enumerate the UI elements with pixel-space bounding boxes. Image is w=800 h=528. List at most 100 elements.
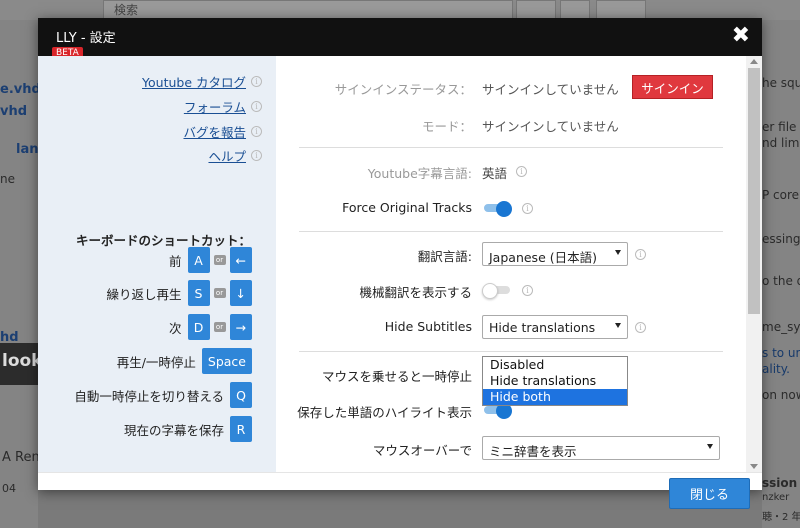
background-text: nd limi bbox=[762, 136, 800, 150]
info-icon: i bbox=[522, 203, 533, 214]
chevron-down-icon bbox=[615, 250, 621, 255]
info-icon: i bbox=[522, 285, 533, 296]
background-text: A Ren bbox=[2, 450, 38, 465]
settings-scrollbar[interactable] bbox=[746, 56, 762, 472]
shortcut-label: 自動一時停止を切り替える bbox=[74, 388, 224, 404]
modal-title: LLY - 設定 bbox=[56, 31, 116, 46]
sidebar-link-forum[interactable]: フォーラム bbox=[184, 97, 246, 116]
translation-lang-select[interactable]: Japanese (日本語) bbox=[482, 242, 628, 266]
sidebar-link-catalog[interactable]: Youtube カタログ bbox=[142, 72, 246, 91]
or-badge: or bbox=[213, 322, 226, 332]
background-text: vhd bbox=[0, 104, 28, 119]
mode-row: モード： サインインしていません bbox=[276, 112, 726, 136]
background-text: essing bbox=[762, 232, 800, 246]
dropdown-option-disabled[interactable]: Disabled bbox=[483, 357, 627, 373]
background-text: nzker bbox=[762, 492, 790, 503]
hide-subtitles-dropdown: Disabled Hide translations Hide both bbox=[482, 356, 628, 406]
hide-subtitles-label: Hide Subtitles bbox=[384, 319, 472, 334]
translation-lang-label: 翻訳言語: bbox=[417, 249, 472, 264]
info-icon: i bbox=[251, 149, 262, 161]
modal-footer bbox=[38, 472, 762, 490]
mouseover-select[interactable]: ミニ辞書を表示 bbox=[482, 436, 720, 460]
background-search-input: 検索 bbox=[103, 0, 513, 20]
force-original-label: Force Original Tracks bbox=[342, 200, 472, 215]
subtitle-lang-value: 英語 bbox=[482, 166, 508, 181]
background-left-strip: e.vhd vhd lan ne hd A Ren 04 bbox=[0, 20, 38, 528]
shortcut-label: 次 bbox=[169, 320, 182, 336]
mode-value: サインインしていません bbox=[482, 119, 619, 134]
divider bbox=[299, 231, 723, 232]
sidebar-link-forum-row: フォーラム i bbox=[184, 97, 262, 115]
divider bbox=[299, 351, 723, 352]
signin-status-row: サインインステータス： サインインしていません サインイン bbox=[276, 75, 726, 99]
force-original-row: Force Original Tracks i bbox=[276, 196, 726, 220]
arrow-down-key: ↓ bbox=[229, 280, 252, 306]
hide-subtitles-row: Hide Subtitles Hide translations i bbox=[276, 315, 726, 339]
divider bbox=[299, 147, 723, 148]
sidebar-link-bug-report-row: バグを報告 i bbox=[183, 122, 262, 140]
background-right-strip: he squ er file t nd limi P core essing o… bbox=[762, 20, 800, 528]
sidebar-link-help-row: ヘルプ i bbox=[208, 146, 262, 164]
translation-lang-value: Japanese (日本語) bbox=[489, 250, 597, 265]
arrow-left-key: ← bbox=[229, 247, 252, 273]
close-button[interactable]: 閉じる bbox=[669, 478, 750, 509]
modal-header: LLY - 設定 BETA ✖ bbox=[38, 18, 762, 60]
background-text: lan bbox=[16, 142, 38, 157]
background-text: ne bbox=[0, 172, 15, 186]
background-text: P core bbox=[762, 188, 800, 202]
mouseover-row: マウスオーバーで ミニ辞書を表示 bbox=[276, 436, 726, 460]
highlight-saved-label: 保存した単語のハイライト表示 bbox=[297, 405, 472, 420]
arrow-right-key: → bbox=[229, 314, 252, 340]
force-original-toggle[interactable] bbox=[482, 201, 512, 217]
background-text: s to und bbox=[762, 346, 800, 360]
chevron-down-icon bbox=[615, 323, 621, 328]
info-icon: i bbox=[251, 125, 262, 137]
background-text: ssion - N bbox=[762, 476, 800, 490]
sidebar-link-help[interactable]: ヘルプ bbox=[208, 146, 246, 165]
shortcut-repeat: 繰り返し再生 S or ↓ bbox=[106, 280, 252, 306]
sidebar: Youtube カタログ i フォーラム i バグを報告 i ヘルプ i キーボ… bbox=[38, 56, 276, 472]
dropdown-option-hide-translations[interactable]: Hide translations bbox=[483, 373, 627, 389]
signin-status-value: サインインしていません bbox=[482, 82, 619, 97]
pause-hover-label: マウスを乗せると一時停止 bbox=[321, 369, 472, 384]
key-r: R bbox=[230, 416, 252, 442]
scroll-up-icon[interactable] bbox=[750, 59, 758, 64]
close-icon[interactable]: ✖ bbox=[732, 23, 750, 49]
background-text: me_syn bbox=[762, 320, 800, 334]
key-space: Space bbox=[201, 348, 252, 374]
scrollbar-thumb[interactable] bbox=[748, 68, 760, 314]
background-text: he squ bbox=[762, 76, 800, 90]
hide-subtitles-value: Hide translations bbox=[489, 320, 596, 335]
show-machine-toggle[interactable] bbox=[482, 283, 512, 299]
background-text: ality. bbox=[762, 362, 790, 376]
scroll-down-icon[interactable] bbox=[750, 464, 758, 469]
key-d: D bbox=[187, 314, 210, 340]
info-icon: i bbox=[251, 100, 262, 112]
translation-lang-row: 翻訳言語: Japanese (日本語) i bbox=[276, 242, 726, 266]
show-machine-label: 機械翻訳を表示する bbox=[359, 285, 472, 300]
dropdown-option-hide-both[interactable]: Hide both bbox=[483, 389, 627, 405]
or-badge: or bbox=[213, 255, 226, 265]
show-machine-row: 機械翻訳を表示する i bbox=[276, 278, 726, 302]
shortcut-label: 再生/一時停止 bbox=[116, 354, 196, 370]
info-icon: i bbox=[516, 166, 527, 177]
subtitle-lang-label: Youtube字幕言語: bbox=[367, 166, 472, 181]
info-icon: i bbox=[251, 75, 262, 87]
settings-modal: LLY - 設定 BETA ✖ Youtube カタログ i フォーラム i バ… bbox=[38, 18, 762, 509]
signin-button[interactable]: サインイン bbox=[632, 75, 713, 99]
signin-status-label: サインインステータス： bbox=[334, 82, 472, 97]
subtitle-lang-row: Youtube字幕言語: 英語 i bbox=[276, 159, 726, 183]
sidebar-link-bug-report[interactable]: バグを報告 bbox=[183, 122, 246, 141]
shortcut-label: 前 bbox=[169, 253, 182, 269]
background-text: on now bbox=[762, 388, 800, 402]
background-cc-button bbox=[560, 0, 590, 20]
key-a: A bbox=[187, 247, 210, 273]
info-icon: i bbox=[635, 322, 646, 333]
mode-label: モード： bbox=[421, 119, 472, 134]
background-text: 聴・2 年 bbox=[762, 512, 800, 523]
shortcut-play-pause: 再生/一時停止 Space bbox=[117, 348, 252, 374]
mouseover-value: ミニ辞書を表示 bbox=[489, 444, 577, 459]
shortcut-label: 繰り返し再生 bbox=[106, 286, 182, 302]
shortcut-auto-pause: 自動一時停止を切り替える Q bbox=[74, 382, 252, 408]
hide-subtitles-select[interactable]: Hide translations bbox=[482, 315, 628, 339]
